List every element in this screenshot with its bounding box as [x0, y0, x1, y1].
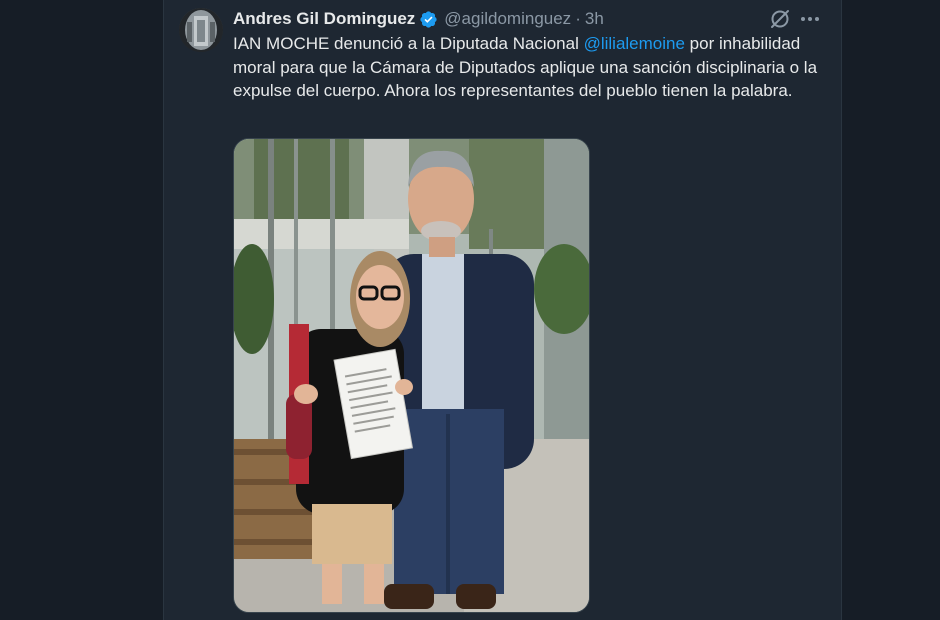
author-avatar[interactable] — [179, 8, 223, 52]
tweet-photo[interactable] — [233, 138, 590, 613]
author-handle[interactable]: @agildominguez — [444, 9, 571, 29]
grok-icon[interactable] — [769, 8, 791, 30]
mention-link[interactable]: @lilialemoine — [584, 34, 685, 53]
more-options-icon[interactable] — [798, 8, 822, 30]
tweet-header: Andres Gil Dominguez @agildominguez · 3h — [233, 8, 604, 30]
tweet-text: IAN MOCHE denunció a la Diputada Naciona… — [233, 32, 825, 103]
tweet-text-part1: IAN MOCHE denunció a la Diputada Naciona… — [233, 34, 584, 53]
verified-badge-icon — [420, 10, 437, 28]
author-display-name[interactable]: Andres Gil Dominguez — [233, 9, 415, 29]
tweet-timestamp[interactable]: 3h — [585, 9, 604, 29]
separator-dot: · — [575, 9, 581, 28]
